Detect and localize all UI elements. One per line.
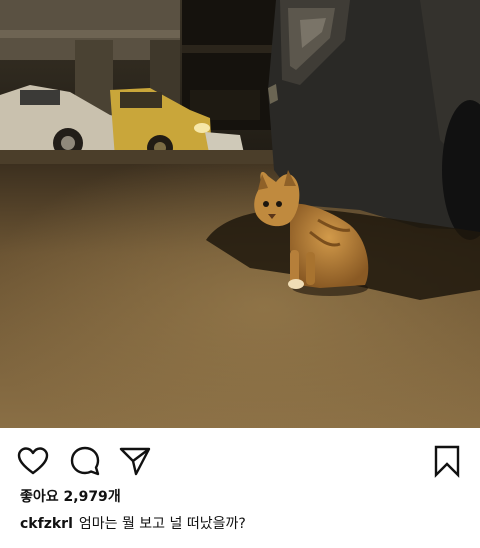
caption-text: 엄마는 뭘 보고 널 떠났을까? — [78, 516, 246, 532]
likes-label: 좋아요 — [20, 489, 59, 505]
likes-number: 2,979 — [63, 489, 108, 505]
likes-suffix: 개 — [107, 489, 121, 505]
share-button[interactable] — [118, 444, 152, 478]
post-photo[interactable] — [0, 0, 480, 428]
heart-icon — [17, 447, 49, 475]
comment-button[interactable] — [68, 444, 102, 478]
instagram-post: 좋아요 2,979개 ckfzkrl 엄마는 뭘 보고 널 떠났을까? — [0, 0, 480, 548]
post-photo-illustration — [0, 0, 480, 428]
post-caption: ckfzkrl 엄마는 뭘 보고 널 떠났을까? — [20, 513, 246, 533]
action-bar — [0, 428, 480, 488]
likes-count[interactable]: 좋아요 2,979개 — [20, 486, 121, 506]
send-icon — [119, 447, 151, 476]
bookmark-icon — [434, 445, 460, 478]
comment-icon — [70, 446, 100, 476]
caption-username[interactable]: ckfzkrl — [20, 516, 73, 532]
like-button[interactable] — [16, 444, 50, 478]
save-button[interactable] — [430, 444, 464, 478]
